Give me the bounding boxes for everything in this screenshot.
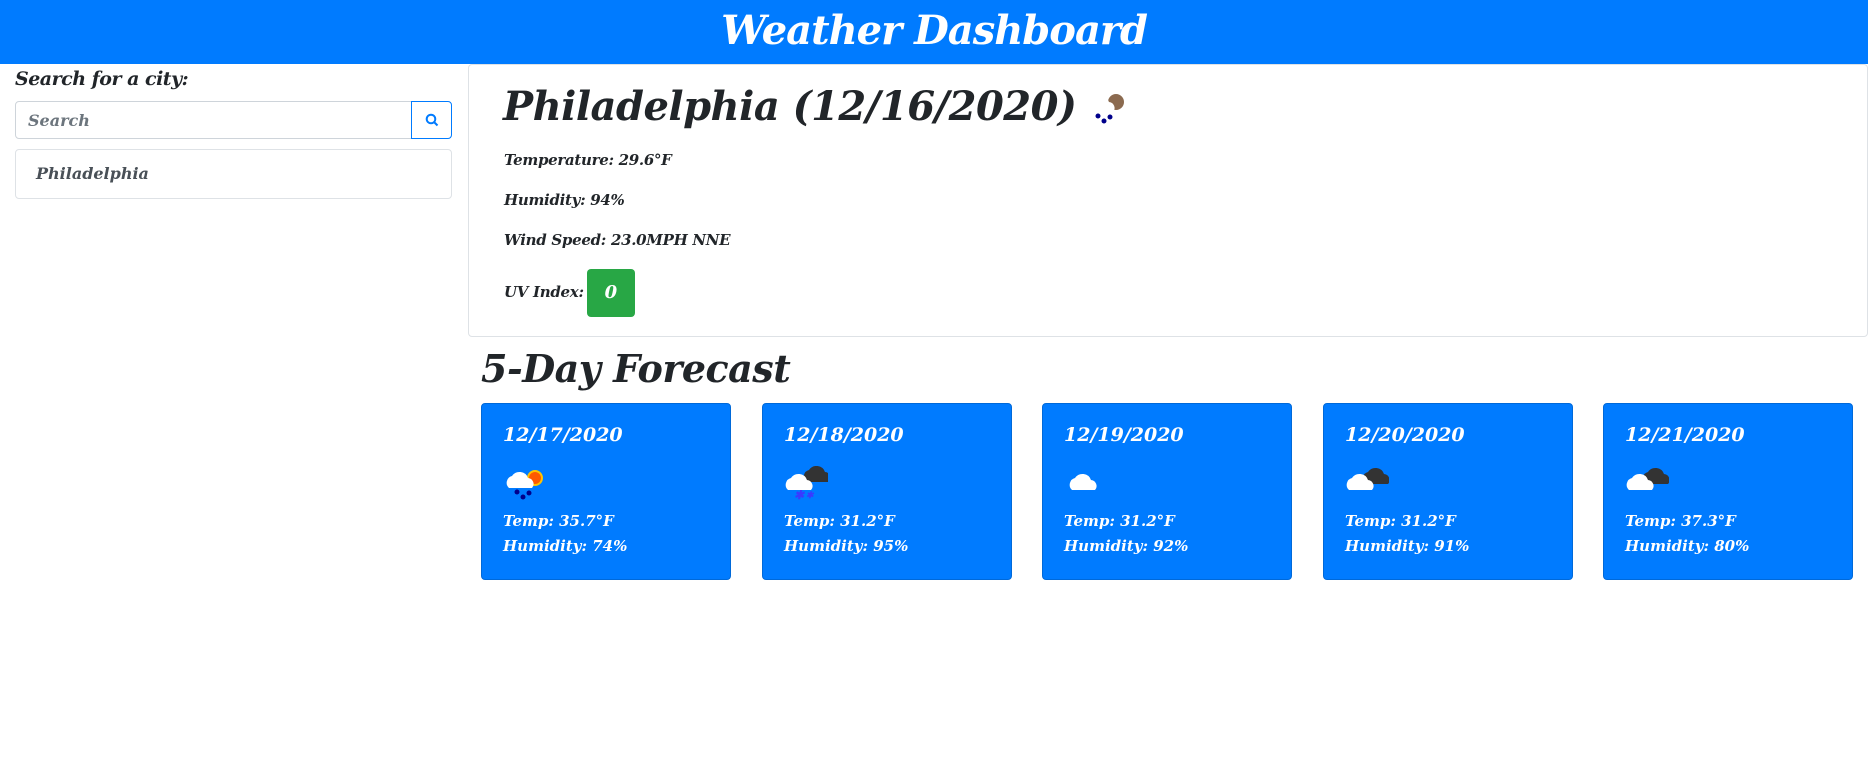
forecast-date: 12/19/2020 (1064, 424, 1184, 446)
broken-clouds-icon (1625, 466, 1670, 502)
forecast-card: 12/17/2020 Temp: 35.7°F Humidity: 74% (481, 403, 731, 580)
current-city-title: Philadelphia (12/16/2020) (503, 83, 1128, 130)
app-title: Weather Dashboard (721, 7, 1148, 54)
uv-index: UV Index: 0 (504, 269, 635, 317)
search-placeholder: Search (28, 110, 90, 130)
search-label: Search for a city: (15, 68, 189, 90)
forecast-card: 12/19/2020 Temp: 31.2°F Humidity: 92% (1042, 403, 1292, 580)
forecast-card: 12/21/2020 Temp: 37.3°F Humidity: 80% (1603, 403, 1853, 580)
current-weather-card: Philadelphia (12/16/2020) Temperature: 2… (468, 64, 1868, 337)
forecast-date: 12/21/2020 (1625, 424, 1745, 446)
rain-sun-icon (503, 466, 547, 502)
search-button[interactable] (411, 101, 452, 139)
temperature: Temperature: 29.6°F (504, 151, 672, 169)
uv-label: UV Index: (504, 283, 584, 301)
forecast-card: 12/20/2020 Temp: 31.2°F Humidity: 91% (1323, 403, 1573, 580)
svg-text:✱: ✱ (806, 491, 815, 501)
forecast-title: 5-Day Forecast (481, 346, 791, 391)
forecast-humidity: Humidity: 95% (784, 537, 909, 555)
forecast-card: 12/18/2020 ✱ ✱ Temp: 31.2°F Humidity: 95% (762, 403, 1012, 580)
uv-badge: 0 (586, 269, 635, 317)
forecast-temp: Temp: 31.2°F (784, 512, 895, 530)
city-search-input[interactable]: Search (15, 101, 412, 139)
wind-speed: Wind Speed: 23.0MPH NNE (504, 231, 731, 249)
city-date-heading: Philadelphia (12/16/2020) (503, 83, 1077, 130)
rain-night-icon (1084, 89, 1128, 125)
forecast-date: 12/17/2020 (503, 424, 623, 446)
forecast-date: 12/18/2020 (784, 424, 904, 446)
forecast-temp: Temp: 31.2°F (1064, 512, 1175, 530)
forecast-humidity: Humidity: 91% (1345, 537, 1470, 555)
humidity: Humidity: 94% (504, 191, 625, 209)
forecast-temp: Temp: 35.7°F (503, 512, 614, 530)
forecast-humidity: Humidity: 80% (1625, 537, 1750, 555)
forecast-humidity: Humidity: 92% (1064, 537, 1189, 555)
forecast-humidity: Humidity: 74% (503, 537, 628, 555)
snow-cloud-icon: ✱ ✱ (784, 465, 831, 502)
history-item-philadelphia[interactable]: Philadelphia (15, 149, 452, 199)
cloud-icon (1064, 466, 1108, 502)
forecast-temp: Temp: 31.2°F (1345, 512, 1456, 530)
svg-text:✱: ✱ (794, 488, 806, 502)
app-header: Weather Dashboard (0, 0, 1868, 64)
search-icon (425, 113, 438, 127)
forecast-date: 12/20/2020 (1345, 424, 1465, 446)
forecast-temp: Temp: 37.3°F (1625, 512, 1736, 530)
broken-clouds-icon (1345, 466, 1390, 502)
